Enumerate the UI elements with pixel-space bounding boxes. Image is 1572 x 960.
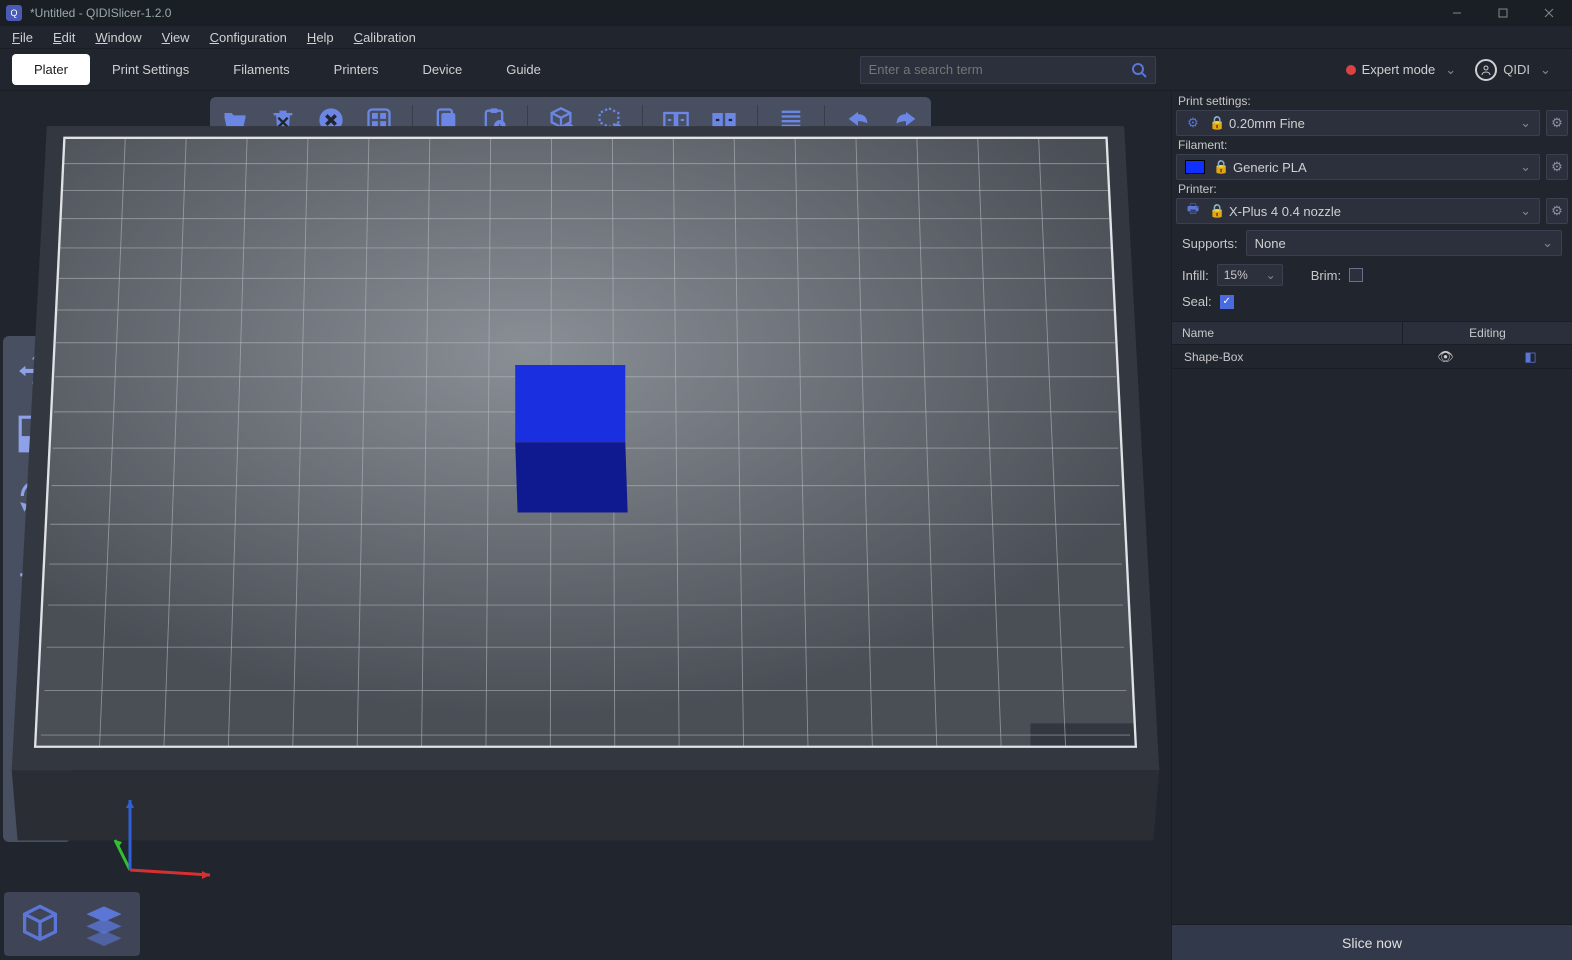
chevron-down-icon: ⌄ (1520, 203, 1531, 219)
object-list-header: Name Editing (1172, 321, 1572, 345)
search-icon[interactable] (1131, 62, 1147, 78)
seal-checkbox[interactable] (1220, 295, 1234, 309)
lock-icon: 🔒 (1209, 203, 1221, 219)
print-settings-value: 0.20mm Fine (1229, 116, 1512, 131)
infill-select[interactable]: 15% ⌄ (1217, 264, 1283, 286)
col-editing-header: Editing (1402, 322, 1572, 344)
tab-print-settings[interactable]: Print Settings (90, 54, 211, 85)
visibility-icon[interactable]: 👁 (1437, 349, 1454, 365)
lock-icon: 🔒 (1209, 115, 1221, 131)
view-3d-button[interactable] (8, 896, 72, 952)
filament-dropdown[interactable]: 🔒 Generic PLA ⌄ (1176, 154, 1540, 180)
view-layers-button[interactable] (72, 896, 136, 952)
printer-edit-button[interactable]: ⚙ (1546, 198, 1568, 224)
mode-selector[interactable]: Expert mode ⌄ (1346, 62, 1456, 78)
chevron-down-icon: ⌄ (1520, 159, 1531, 175)
tab-plater[interactable]: Plater (12, 54, 90, 85)
model-shape-box (515, 365, 627, 513)
expert-mode-dot-icon (1346, 65, 1356, 75)
axis-gizmo (110, 790, 230, 890)
gear-icon: ⚙ (1185, 115, 1201, 131)
supports-value: None (1255, 236, 1534, 251)
app-icon: Q (6, 5, 22, 21)
maximize-button[interactable] (1480, 0, 1526, 26)
tab-printers[interactable]: Printers (312, 54, 401, 85)
printer-value: X-Plus 4 0.4 nozzle (1229, 204, 1512, 219)
print-bed (0, 91, 1171, 887)
supports-label: Supports: (1182, 236, 1238, 251)
menu-configuration[interactable]: Configuration (200, 28, 297, 47)
object-row[interactable]: Shape-Box 👁 ◧ (1172, 345, 1572, 369)
mode-label: Expert mode (1362, 62, 1436, 77)
menu-help[interactable]: Help (297, 28, 344, 47)
window-title: *Untitled - QIDISlicer-1.2.0 (30, 6, 171, 20)
account-menu[interactable]: QIDI ⌄ (1475, 59, 1550, 81)
menu-calibration[interactable]: Calibration (344, 28, 426, 47)
print-settings-label: Print settings: (1178, 94, 1566, 108)
infill-value: 15% (1224, 268, 1248, 282)
chevron-down-icon: ⌄ (1445, 62, 1455, 78)
object-name: Shape-Box (1172, 350, 1402, 364)
search-box[interactable] (860, 56, 1156, 84)
right-panel: Print settings: ⚙ 🔒 0.20mm Fine ⌄ ⚙ Fila… (1171, 91, 1572, 960)
view-switcher (4, 892, 140, 956)
printer-label: Printer: (1178, 182, 1566, 196)
print-settings-dropdown[interactable]: ⚙ 🔒 0.20mm Fine ⌄ (1176, 110, 1540, 136)
filament-value: Generic PLA (1233, 160, 1512, 175)
tab-filaments[interactable]: Filaments (211, 54, 311, 85)
tab-device[interactable]: Device (400, 54, 484, 85)
account-icon (1475, 59, 1497, 81)
search-input[interactable] (869, 62, 1131, 77)
chevron-down-icon: ⌄ (1266, 268, 1276, 282)
minimize-button[interactable] (1434, 0, 1480, 26)
infill-label: Infill: (1182, 268, 1209, 283)
object-list-area (1172, 369, 1572, 924)
close-button[interactable] (1526, 0, 1572, 26)
col-name-header: Name (1172, 322, 1402, 344)
chevron-down-icon: ⌄ (1520, 115, 1531, 131)
menu-view[interactable]: View (152, 28, 200, 47)
filament-edit-button[interactable]: ⚙ (1546, 154, 1568, 180)
brim-label: Brim: (1311, 268, 1341, 283)
printer-icon: 🖶 (1185, 200, 1201, 222)
menu-window[interactable]: Window (85, 28, 151, 47)
tabbar: Plater Print Settings Filaments Printers… (0, 49, 1572, 91)
tab-guide[interactable]: Guide (484, 54, 563, 85)
print-settings-edit-button[interactable]: ⚙ (1546, 110, 1568, 136)
filament-label: Filament: (1178, 138, 1566, 152)
account-name: QIDI (1503, 62, 1530, 77)
supports-dropdown[interactable]: None ⌄ (1246, 230, 1562, 256)
menu-edit[interactable]: Edit (43, 28, 85, 47)
titlebar: Q *Untitled - QIDISlicer-1.2.0 (0, 0, 1572, 26)
brim-checkbox[interactable] (1349, 268, 1363, 282)
edit-icon[interactable]: ◧ (1524, 349, 1536, 365)
chevron-down-icon: ⌄ (1540, 62, 1550, 78)
chevron-down-icon: ⌄ (1542, 235, 1553, 251)
menubar: File Edit Window View Configuration Help… (0, 26, 1572, 49)
printer-dropdown[interactable]: 🖶 🔒 X-Plus 4 0.4 nozzle ⌄ (1176, 198, 1540, 224)
lock-icon: 🔒 (1213, 159, 1225, 175)
slice-button[interactable]: Slice now (1172, 924, 1572, 960)
menu-file[interactable]: File (2, 28, 43, 47)
seal-label: Seal: (1182, 294, 1212, 309)
plater-viewport[interactable]: + + (0, 91, 1171, 960)
filament-color-swatch (1185, 160, 1205, 174)
